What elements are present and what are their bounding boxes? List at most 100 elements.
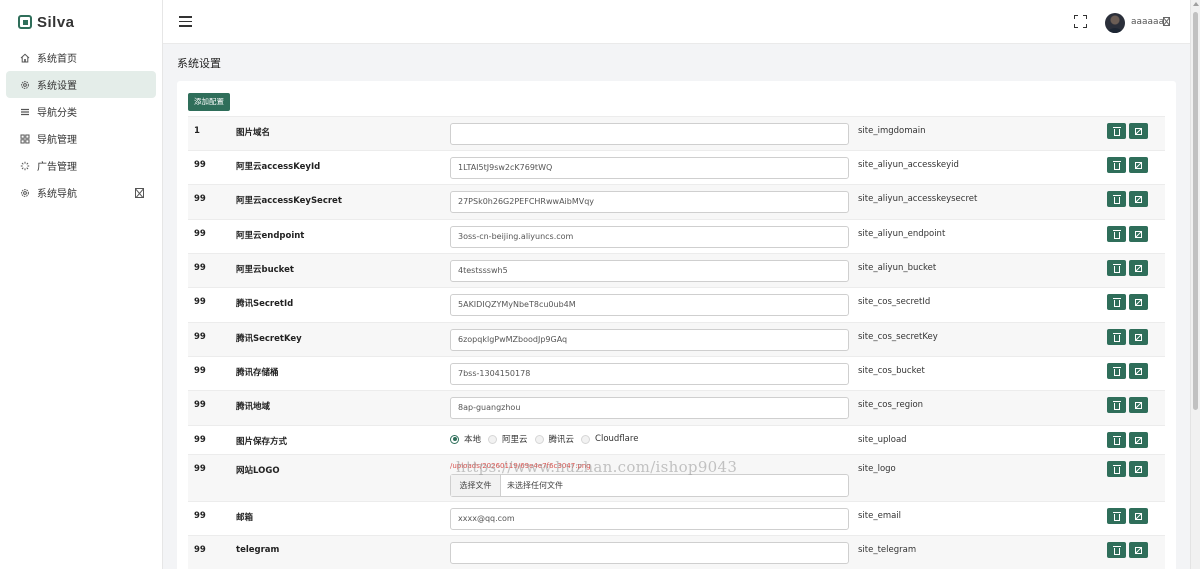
row-key: site_aliyun_endpoint [858, 229, 946, 239]
delete-button[interactable] [1107, 157, 1126, 173]
row-value-input[interactable]: 1LTAI5tJ9sw2cK769tWQ [450, 157, 849, 179]
row-name: 阿里云accessKeySecret [236, 196, 342, 206]
delete-button[interactable] [1107, 432, 1126, 448]
delete-button[interactable] [1107, 363, 1126, 379]
edit-button[interactable] [1129, 123, 1148, 139]
delete-button[interactable] [1107, 191, 1126, 207]
trash-icon [1112, 263, 1121, 273]
delete-button[interactable] [1107, 260, 1126, 276]
delete-button[interactable] [1107, 542, 1126, 558]
trash-icon [1112, 464, 1121, 474]
brand[interactable]: Silva [0, 0, 162, 44]
scrollbar-thumb[interactable] [1193, 12, 1198, 410]
edit-button[interactable] [1129, 157, 1148, 173]
row-sort: 99 [194, 297, 206, 307]
top-header: aaaaaa [163, 0, 1190, 44]
row-value-input[interactable]: 7bss-1304150178 [450, 363, 849, 385]
delete-button[interactable] [1107, 123, 1126, 139]
trash-icon [1112, 160, 1121, 170]
table-row: 99 邮箱 xxxx@qq.com site_email [188, 501, 1165, 535]
edit-button[interactable] [1129, 397, 1148, 413]
brand-logo-icon [18, 15, 32, 29]
avatar[interactable] [1105, 13, 1125, 33]
row-name: telegram [236, 545, 280, 555]
row-value-input[interactable] [450, 542, 849, 564]
home-icon [20, 53, 30, 63]
radio-cloudflare[interactable]: Cloudflare [581, 434, 638, 444]
trash-icon [1112, 194, 1121, 204]
delete-button[interactable] [1107, 226, 1126, 242]
edit-icon [1135, 546, 1142, 554]
radio-unchecked-icon [581, 434, 591, 444]
row-key: site_upload [858, 435, 907, 445]
menu-toggle-icon[interactable] [179, 16, 192, 27]
user-name[interactable]: aaaaaa [1131, 17, 1164, 27]
edit-icon [1135, 230, 1142, 238]
trash-icon [1112, 545, 1121, 555]
vertical-scrollbar[interactable] [1190, 0, 1200, 569]
logo-file-input[interactable]: 选择文件 未选择任何文件 [450, 474, 849, 497]
row-value-input[interactable]: 27PSk0h26G2PEFCHRwwAibMVqy [450, 191, 849, 213]
edit-button[interactable] [1129, 461, 1148, 477]
row-key: site_cos_bucket [858, 366, 925, 376]
edit-button[interactable] [1129, 329, 1148, 345]
gear-icon [20, 188, 30, 198]
row-value-input[interactable]: xxxx@qq.com [450, 508, 849, 530]
row-sort: 99 [194, 435, 206, 445]
edit-button[interactable] [1129, 191, 1148, 207]
trash-icon [1112, 400, 1121, 410]
row-value-input[interactable] [450, 123, 849, 145]
fullscreen-icon[interactable] [1074, 15, 1087, 28]
edit-button[interactable] [1129, 508, 1148, 524]
sidebar-item-label: 广告管理 [37, 162, 77, 173]
radio-tencent[interactable]: 腾讯云 [534, 433, 574, 445]
radio-aliyun[interactable]: 阿里云 [488, 433, 528, 445]
delete-button[interactable] [1107, 508, 1126, 524]
sidebar-item-home[interactable]: 系统首页 [6, 44, 156, 71]
radio-unchecked-icon [534, 434, 544, 444]
row-sort: 99 [194, 160, 206, 170]
edit-icon [1135, 512, 1142, 520]
sidebar-item-settings[interactable]: 系统设置 [6, 71, 156, 98]
upload-method-radio-group: 本地 阿里云 腾讯云 Cloudflare [450, 428, 849, 450]
row-sort: 99 [194, 511, 206, 521]
edit-button[interactable] [1129, 542, 1148, 558]
edit-button[interactable] [1129, 226, 1148, 242]
user-dropdown-icon[interactable] [1163, 17, 1170, 26]
sidebar-item-nav-manage[interactable]: 导航管理 [6, 125, 156, 152]
row-value-input[interactable]: 8ap-guangzhou [450, 397, 849, 419]
edit-button[interactable] [1129, 294, 1148, 310]
delete-button[interactable] [1107, 329, 1126, 345]
row-key: site_cos_secretId [858, 297, 931, 307]
edit-icon [1135, 333, 1142, 341]
row-value-input[interactable]: 3oss-cn-beijing.aliyuncs.com [450, 226, 849, 248]
sidebar-item-label: 系统导航 [37, 189, 77, 200]
row-name: 阿里云bucket [236, 265, 294, 275]
trash-icon [1112, 229, 1121, 239]
row-value-input[interactable]: 6zopqklgPwMZboodJp9GAq [450, 329, 849, 351]
delete-button[interactable] [1107, 294, 1126, 310]
list-icon [20, 107, 30, 117]
edit-icon [1135, 367, 1142, 375]
choose-file-button[interactable]: 选择文件 [451, 475, 501, 496]
row-key: site_telegram [858, 545, 917, 555]
edit-icon [1135, 465, 1142, 473]
sidebar-item-ads[interactable]: 广告管理 [6, 152, 156, 179]
sidebar-item-system-nav[interactable]: 系统导航 [6, 179, 156, 206]
edit-button[interactable] [1129, 363, 1148, 379]
edit-button[interactable] [1129, 260, 1148, 276]
row-key: site_cos_secretKey [858, 332, 938, 342]
row-value-input[interactable]: 4testssswh5 [450, 260, 849, 282]
radio-local[interactable]: 本地 [450, 433, 481, 445]
edit-button[interactable] [1129, 432, 1148, 448]
table-row: 99 telegram site_telegram [188, 535, 1165, 569]
scroll-up-arrow-icon[interactable] [1193, 2, 1199, 6]
sidebar-item-nav-category[interactable]: 导航分类 [6, 98, 156, 125]
row-value-input[interactable]: 5AKIDIQZYMyNbeT8cu0ub4M [450, 294, 849, 316]
row-name: 邮箱 [236, 513, 254, 523]
add-config-button[interactable]: 添加配置 [188, 93, 230, 111]
edit-icon [1135, 298, 1142, 306]
trash-icon [1112, 297, 1121, 307]
delete-button[interactable] [1107, 397, 1126, 413]
delete-button[interactable] [1107, 461, 1126, 477]
